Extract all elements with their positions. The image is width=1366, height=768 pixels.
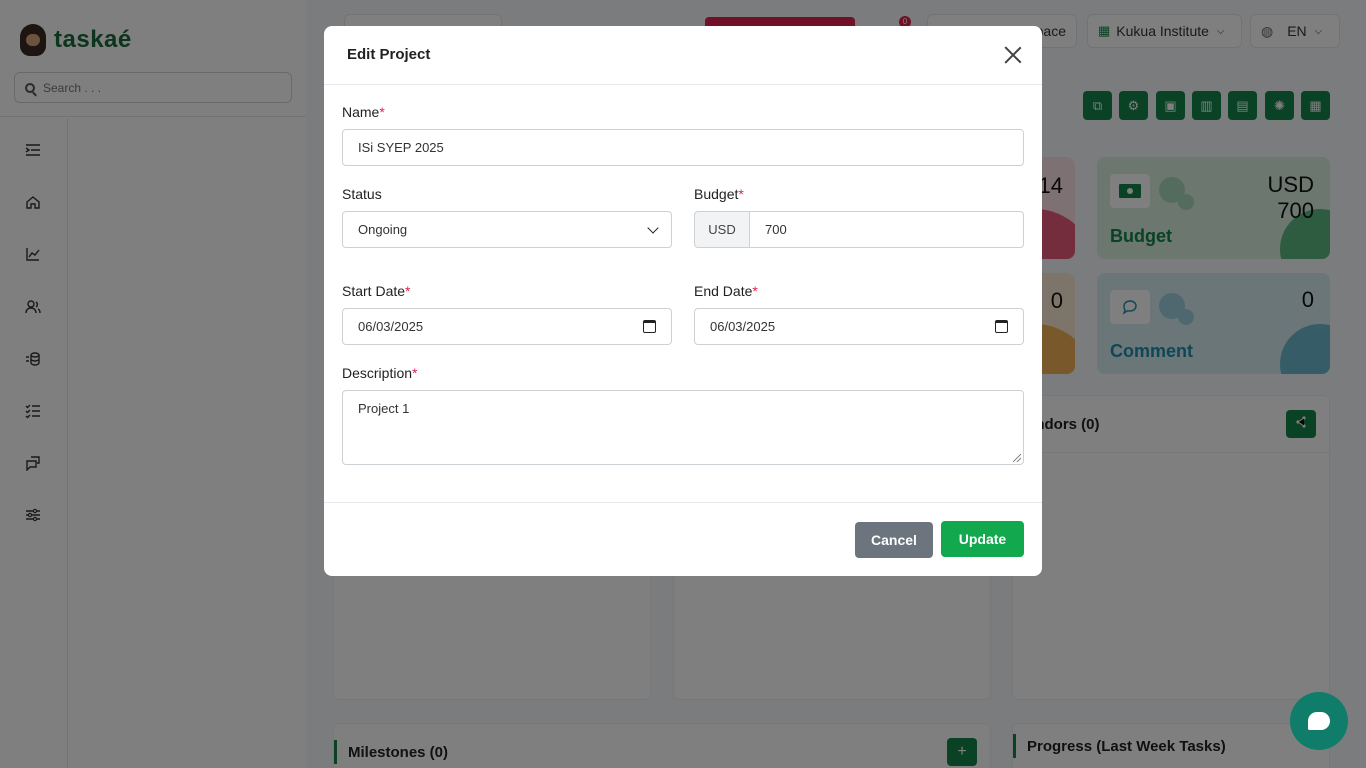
name-field[interactable]: ISi SYEP 2025 — [342, 129, 1024, 166]
status-label: Status — [342, 186, 382, 202]
chevron-down-icon — [647, 222, 659, 234]
budget-currency-addon: USD — [694, 211, 750, 248]
update-button[interactable]: Update — [941, 521, 1024, 557]
end-date-field[interactable]: 06/03/2025 — [694, 308, 1024, 345]
status-select[interactable]: Ongoing — [342, 211, 672, 248]
start-date-label: Start Date* — [342, 283, 411, 299]
end-date-label: End Date* — [694, 283, 758, 299]
name-label: Name* — [342, 104, 385, 120]
chat-launcher-button[interactable] — [1290, 692, 1348, 750]
description-textarea[interactable]: Project 1 — [342, 390, 1024, 465]
chat-bubble-icon — [1308, 712, 1330, 730]
start-date-field[interactable]: 06/03/2025 — [342, 308, 672, 345]
cancel-button[interactable]: Cancel — [855, 522, 933, 558]
resize-handle[interactable] — [1013, 454, 1021, 462]
modal-footer-divider — [324, 502, 1042, 503]
budget-label: Budget* — [694, 186, 744, 202]
edit-project-modal: Edit Project Name* ISi SYEP 2025 Status … — [324, 26, 1042, 576]
end-date-value: 06/03/2025 — [710, 319, 776, 334]
close-icon[interactable] — [1004, 46, 1022, 64]
status-value: Ongoing — [358, 222, 408, 237]
description-value: Project 1 — [358, 401, 410, 416]
budget-field[interactable]: 700 — [749, 211, 1024, 248]
modal-title: Edit Project — [347, 46, 431, 63]
calendar-icon[interactable] — [643, 320, 656, 333]
description-label: Description* — [342, 365, 418, 381]
start-date-value: 06/03/2025 — [358, 319, 424, 334]
calendar-icon[interactable] — [995, 320, 1008, 333]
modal-header: Edit Project — [324, 26, 1042, 85]
